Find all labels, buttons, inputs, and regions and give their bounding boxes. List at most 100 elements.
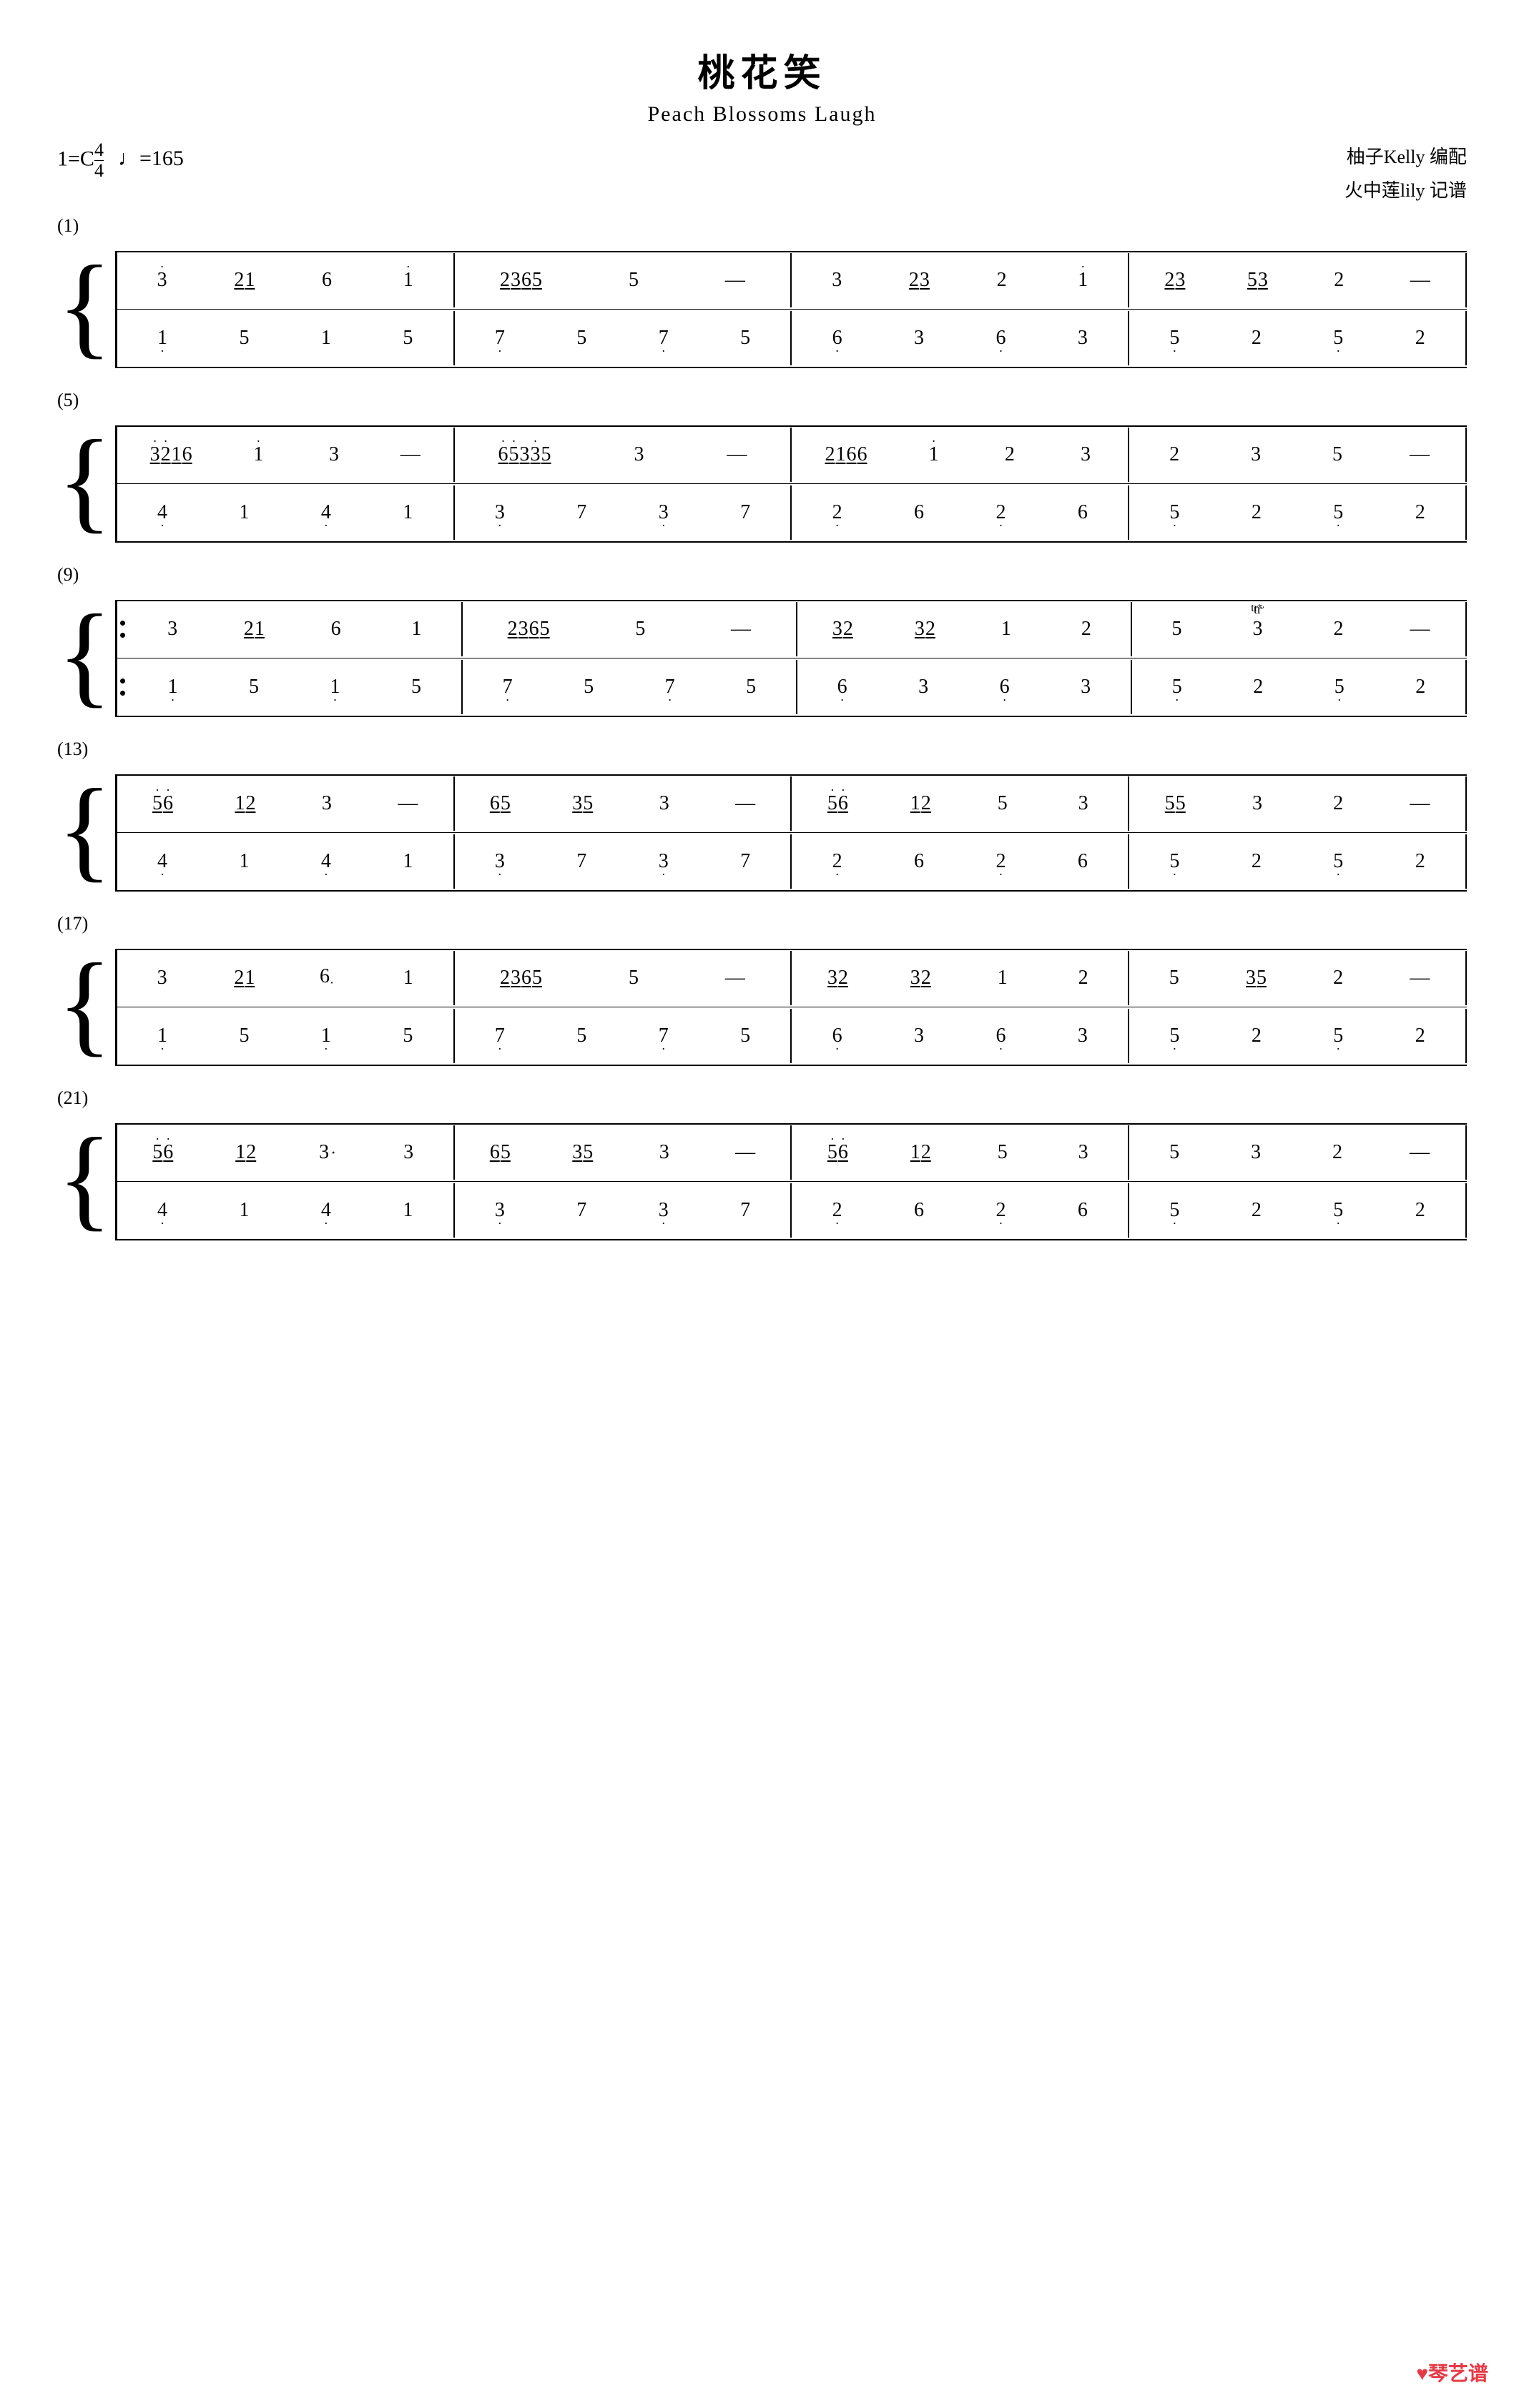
m18-b: 7 5 7 5 xyxy=(455,1009,792,1063)
m8-b: 5 2 5 2 xyxy=(1129,485,1467,540)
m19-t: 32 32 1 2 xyxy=(792,951,1129,1005)
bass-row-9: 1 5 1 5 7 5 7 5 6 3 6 3 xyxy=(115,658,1467,717)
section-5: (5) { ·3 ·2 1 6 xyxy=(57,390,1467,543)
b8: 5 xyxy=(736,327,754,350)
brace-5: { xyxy=(57,418,115,543)
b9: 6 xyxy=(828,327,847,350)
title-chinese: 桃花笑 xyxy=(57,43,1467,97)
section-1-label: (1) xyxy=(57,215,1467,237)
bass-row-1: 1 5 1 5 xyxy=(115,310,1467,368)
n15: — xyxy=(1410,269,1430,292)
b15: 5 xyxy=(1329,327,1347,350)
section-21-label: (21) xyxy=(57,1087,1467,1109)
repeat-start-t9 xyxy=(117,601,128,658)
b10: 3 xyxy=(910,327,928,350)
m2-t: 2365 5 — xyxy=(455,253,792,307)
m17-t: 3 21 6· 1 xyxy=(117,951,455,1005)
m7-b: 2 6 2 6 xyxy=(792,485,1129,540)
m5-t: ·3 ·2 1 6 1 3 — xyxy=(117,428,455,482)
title-english: Peach Blossoms Laugh xyxy=(57,102,1467,127)
n14: 2 xyxy=(1329,269,1348,292)
system-5: { ·3 ·2 1 6 xyxy=(57,425,1467,543)
m23-t: ·5 ·6 12 5 3 xyxy=(792,1125,1129,1180)
section-13: (13) { ·5 ·6 12 xyxy=(57,739,1467,892)
m20-t: 5 35 2 — xyxy=(1129,951,1467,1005)
m15-t: ·5 ·6 12 5 3 xyxy=(792,776,1129,831)
b6: 5 xyxy=(572,327,591,350)
section-17: (17) { 3 21 6· 1 xyxy=(57,913,1467,1066)
m12-t: 5 tr~3 2 — xyxy=(1132,602,1467,656)
m13-b: 4 1 4 1 xyxy=(117,834,455,889)
m20-b: 5 2 5 2 xyxy=(1129,1009,1467,1063)
section-17-label: (17) xyxy=(57,913,1467,934)
m3-t: 3 23 2 1 xyxy=(792,253,1129,307)
tempo: ♩=165 xyxy=(118,147,184,171)
b16: 2 xyxy=(1411,327,1430,350)
n6: 5 xyxy=(624,269,643,292)
m7-t: 2166 1 2 3 xyxy=(792,428,1129,482)
system-9: { 3 21 xyxy=(57,600,1467,717)
b2: 5 xyxy=(235,327,253,350)
section-1: (1) { 3 21 6 xyxy=(57,215,1467,368)
repeat-start-b9 xyxy=(117,658,128,716)
m13-t: ·5 ·6 12 3 — xyxy=(117,776,455,831)
staves-1: 3 21 6 1 xyxy=(115,251,1467,368)
m18-t: 2365 5 — xyxy=(455,951,792,1005)
m14-b: 3 7 3 7 xyxy=(455,834,792,889)
m16-b: 5 2 5 2 xyxy=(1129,834,1467,889)
m9-t: 3 21 6 1 xyxy=(128,602,463,656)
m24-t: 5 3 2 — xyxy=(1129,1125,1467,1180)
m11-t: 32 32 1 2 xyxy=(797,602,1132,656)
section-9: (9) { 3 21 xyxy=(57,564,1467,717)
brace-17: { xyxy=(57,942,115,1066)
n12: 23 xyxy=(1164,269,1185,292)
staves-5: ·3 ·2 1 6 1 3 — xyxy=(115,425,1467,543)
n5: 2365 xyxy=(500,269,542,292)
transcriber: 火中莲lily 记谱 xyxy=(1344,174,1467,208)
m4-b: 5 2 5 2 xyxy=(1129,311,1467,365)
key-sig: 1=C44 xyxy=(57,141,104,180)
m1-b: 1 5 1 5 xyxy=(117,311,455,365)
m10-t: 2365 5 — xyxy=(463,602,797,656)
m14-t: 65 35 3 — xyxy=(455,776,792,831)
treble-row-21: ·5 ·6 12 3· 3 65 xyxy=(115,1123,1467,1182)
b1: 1 xyxy=(153,327,172,350)
section-13-label: (13) xyxy=(57,739,1467,760)
m6-t: ·6 ·5 3 ·3 5 3 — xyxy=(455,428,792,482)
m3-b: 6 3 6 3 xyxy=(792,311,1129,365)
b11: 6 xyxy=(991,327,1010,350)
bass-row-13: 4 1 4 1 3 7 3 7 2 6 2 6 xyxy=(115,833,1467,892)
treble-row-13: ·5 ·6 12 3 — 65 xyxy=(115,774,1467,833)
treble-row-17: 3 21 6· 1 2365 5 — xyxy=(115,949,1467,1007)
tempo-section: 1=C44 ♩=165 xyxy=(57,141,184,180)
n8: 3 xyxy=(827,269,846,292)
m1-t: 3 21 6 1 xyxy=(117,253,455,307)
author-section: 柚子Kelly 编配 火中莲lily 记谱 xyxy=(1344,141,1467,208)
m11-b: 6 3 6 3 xyxy=(797,660,1132,714)
bass-row-21: 4 1 4 1 3 7 3 7 2 6 2 6 xyxy=(115,1182,1467,1240)
n3: 6 xyxy=(318,269,336,292)
m9-b: 1 5 1 5 xyxy=(128,660,463,714)
m19-b: 6 3 6 3 xyxy=(792,1009,1129,1063)
n1: 3 xyxy=(153,269,172,292)
m23-b: 2 6 2 6 xyxy=(792,1183,1129,1238)
b3: 1 xyxy=(317,327,335,350)
n2: 21 xyxy=(234,269,255,292)
m16-t: 55 3 2 — xyxy=(1129,776,1467,831)
staves-13: ·5 ·6 12 3 — 65 xyxy=(115,774,1467,892)
arranger: 柚子Kelly 编配 xyxy=(1344,141,1467,174)
m10-b: 7 5 7 5 xyxy=(463,660,797,714)
m5-b: 4 1 4 1 xyxy=(117,485,455,540)
m21-b: 4 1 4 1 xyxy=(117,1183,455,1238)
system-17: { 3 21 6· 1 236 xyxy=(57,949,1467,1066)
m17-b: 1 5 1 5 xyxy=(117,1009,455,1063)
brace-13: { xyxy=(57,767,115,892)
page-container: 桃花笑 Peach Blossoms Laugh 1=C44 ♩=165 柚子K… xyxy=(57,43,1467,1240)
n7: — xyxy=(725,269,745,292)
b13: 5 xyxy=(1165,327,1184,350)
bass-row-17: 1 5 1 5 7 5 7 5 6 3 6 3 xyxy=(115,1007,1467,1066)
system-1: { 3 21 6 xyxy=(57,251,1467,368)
b7: 7 xyxy=(654,327,673,350)
treble-row-1: 3 21 6 1 xyxy=(115,251,1467,310)
meta-row: 1=C44 ♩=165 柚子Kelly 编配 火中莲lily 记谱 xyxy=(57,141,1467,208)
